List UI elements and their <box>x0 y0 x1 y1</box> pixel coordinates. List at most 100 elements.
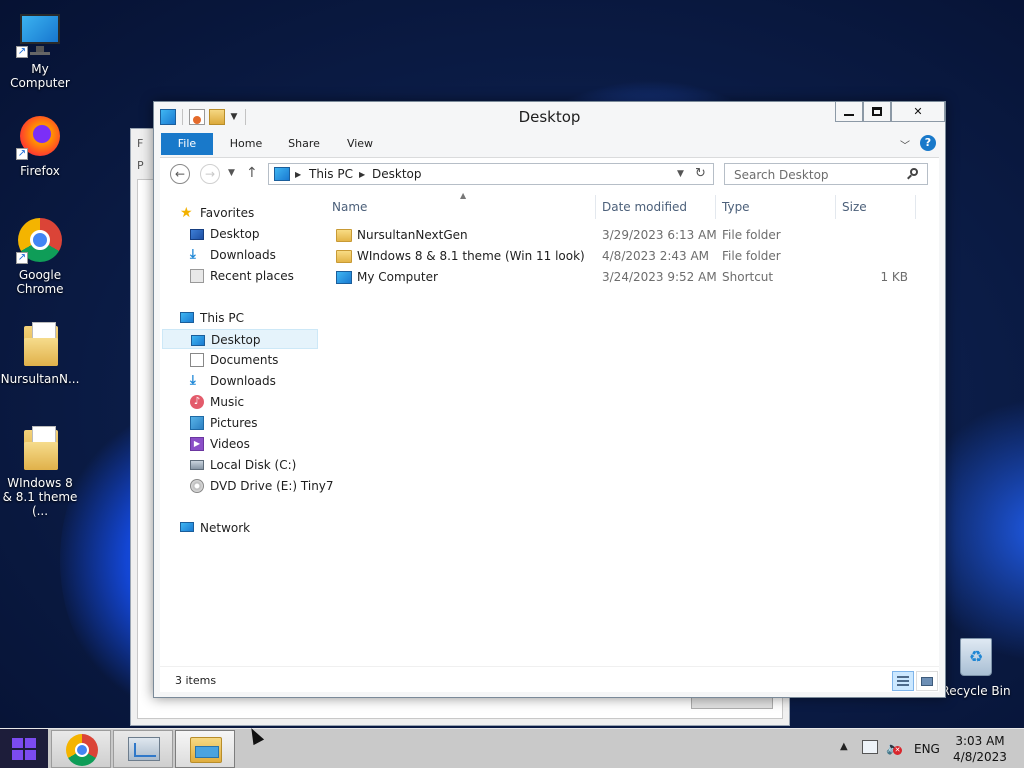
taskbar-resource-monitor-button[interactable] <box>113 730 173 768</box>
column-header-size[interactable]: Size <box>836 195 916 219</box>
shortcut-arrow-icon: ↗ <box>16 252 28 264</box>
desktop-icon-my-computer[interactable]: ↗ My Computer <box>0 10 80 90</box>
folder-icon <box>16 424 64 472</box>
column-header-date-modified[interactable]: Date modified <box>596 195 716 219</box>
folder-icon <box>336 229 352 242</box>
tab-home[interactable]: Home <box>222 133 270 155</box>
nav-fav-downloads[interactable]: ⤓ Downloads <box>162 245 318 265</box>
forward-button[interactable]: → <box>200 164 220 184</box>
network-status-icon[interactable] <box>862 740 878 754</box>
status-bar: 3 items <box>160 666 939 692</box>
nav-pc-pictures[interactable]: Pictures <box>162 413 318 433</box>
pictures-icon <box>190 416 204 430</box>
desktop-icon-label: Google Chrome <box>16 268 64 296</box>
show-hidden-icons-icon[interactable]: ▲ <box>840 741 848 752</box>
column-header-name[interactable]: Name <box>326 195 596 219</box>
hard-drive-icon <box>190 460 204 470</box>
breadcrumb-separator-icon[interactable]: ▶ <box>359 170 365 179</box>
breadcrumb-separator-icon[interactable]: ▶ <box>295 170 301 179</box>
title-bar[interactable]: ▼ Desktop ✕ <box>154 102 945 131</box>
close-icon: ✕ <box>913 105 923 118</box>
search-icon[interactable] <box>907 166 921 180</box>
start-button[interactable] <box>0 729 48 768</box>
nav-pc-videos[interactable]: ▶ Videos <box>162 434 318 454</box>
folder-icon <box>16 320 64 368</box>
file-row[interactable]: NursultanNextGen 3/29/2023 6:13 AM File … <box>332 225 912 246</box>
nav-pc-dvd-drive[interactable]: DVD Drive (E:) Tiny7 <box>162 476 334 496</box>
up-arrow-icon[interactable]: ↑ <box>246 165 258 181</box>
this-pc-icon <box>274 167 290 181</box>
file-type: File folder <box>722 228 781 242</box>
system-clock[interactable]: 3:03 AM 4/8/2023 <box>952 733 1008 765</box>
desktop-icon-nursultan[interactable]: NursultanN... <box>0 320 80 386</box>
nav-pc-music[interactable]: ♪ Music <box>162 392 318 412</box>
address-bar[interactable]: ▶ This PC ▶ Desktop ▼ ↻ <box>268 163 714 185</box>
file-type: Shortcut <box>722 270 774 284</box>
shortcut-arrow-icon: ↗ <box>16 148 28 160</box>
search-placeholder: Search Desktop <box>734 168 829 182</box>
nav-fav-desktop[interactable]: Desktop <box>162 224 318 244</box>
forward-arrow-icon: → <box>204 167 216 181</box>
desktop-icon-windows-theme[interactable]: WIndows 8 & 8.1 theme (... <box>0 424 80 518</box>
nav-pc-local-disk[interactable]: Local Disk (C:) <box>162 455 318 475</box>
desktop-icon-google-chrome[interactable]: ↗ Google Chrome <box>0 216 80 296</box>
file-type: File folder <box>722 249 781 263</box>
back-button[interactable]: ← <box>170 164 190 184</box>
breadcrumb-this-pc[interactable]: This PC <box>309 167 353 181</box>
nav-network[interactable]: Network <box>162 518 318 538</box>
column-header-type[interactable]: Type <box>716 195 836 219</box>
file-row[interactable]: My Computer 3/24/2023 9:52 AM Shortcut 1… <box>332 267 912 288</box>
volume-muted-icon[interactable]: 🔈✕ <box>886 740 902 756</box>
recent-locations-dropdown-icon[interactable]: ▼ <box>228 168 235 178</box>
maximize-button[interactable] <box>863 102 891 122</box>
details-view-button[interactable] <box>892 671 914 691</box>
nav-pc-desktop[interactable]: Desktop <box>162 329 318 349</box>
input-language-indicator[interactable]: ENG <box>914 742 940 756</box>
minimize-button[interactable] <box>835 102 863 122</box>
breadcrumb-desktop[interactable]: Desktop <box>372 167 422 181</box>
recent-places-icon <box>190 269 204 283</box>
help-icon[interactable]: ? <box>920 135 936 151</box>
file-name: My Computer <box>357 270 438 284</box>
close-button[interactable]: ✕ <box>891 102 945 122</box>
taskbar-chrome-button[interactable] <box>51 730 111 768</box>
nav-pc-documents[interactable]: Documents <box>162 350 318 370</box>
clock-time: 3:03 AM <box>955 734 1005 748</box>
desktop-icon-label: Recycle Bin <box>941 684 1011 698</box>
nav-this-pc[interactable]: This PC <box>162 308 318 328</box>
file-name: NursultanNextGen <box>357 228 468 242</box>
column-label: Name <box>332 200 368 214</box>
tab-file[interactable]: File <box>161 133 213 155</box>
ribbon-tabs: File Home Share View ﹀ ? <box>160 131 939 155</box>
nav-pc-downloads[interactable]: ⤓ Downloads <box>162 371 318 391</box>
clock-date: 4/8/2023 <box>953 750 1007 764</box>
desktop-icon-recycle-bin[interactable]: ♻ Recycle Bin <box>936 632 1016 698</box>
taskbar-file-explorer-button[interactable] <box>175 730 235 768</box>
shortcut-arrow-icon: ↗ <box>16 46 28 58</box>
computer-shortcut-icon <box>336 271 352 284</box>
file-size: 1 KB <box>880 270 908 284</box>
nav-label: This PC <box>200 311 244 325</box>
tab-view[interactable]: View <box>340 133 380 155</box>
tab-share[interactable]: Share <box>282 133 326 155</box>
nav-favorites[interactable]: ★ Favorites <box>162 203 318 223</box>
nav-fav-recent-places[interactable]: Recent places <box>162 266 318 286</box>
file-date: 3/24/2023 9:52 AM <box>602 270 717 284</box>
file-list: ▲ Name Date modified Type Size Nursultan… <box>326 189 939 666</box>
dvd-drive-icon <box>190 479 204 493</box>
search-input[interactable]: Search Desktop <box>724 163 928 185</box>
refresh-icon[interactable]: ↻ <box>695 166 706 181</box>
file-row[interactable]: WIndows 8 & 8.1 theme (Win 11 look) 4/8/… <box>332 246 912 267</box>
documents-icon <box>190 353 204 367</box>
desktop-icon-firefox[interactable]: ↗ Firefox <box>0 112 80 178</box>
expand-ribbon-chevron-icon[interactable]: ﹀ <box>900 137 914 152</box>
desktop-icon <box>190 229 204 240</box>
large-icons-view-button[interactable] <box>916 671 938 691</box>
chrome-icon <box>66 734 98 766</box>
recycle-bin-icon: ♻ <box>952 632 1000 680</box>
firefox-icon: ↗ <box>16 112 64 160</box>
address-dropdown-icon[interactable]: ▼ <box>677 169 684 179</box>
content-area: ★ Favorites Desktop ⤓ Downloads Recent p… <box>160 189 939 666</box>
music-icon: ♪ <box>190 395 204 409</box>
nav-label: Local Disk (C:) <box>210 458 297 472</box>
